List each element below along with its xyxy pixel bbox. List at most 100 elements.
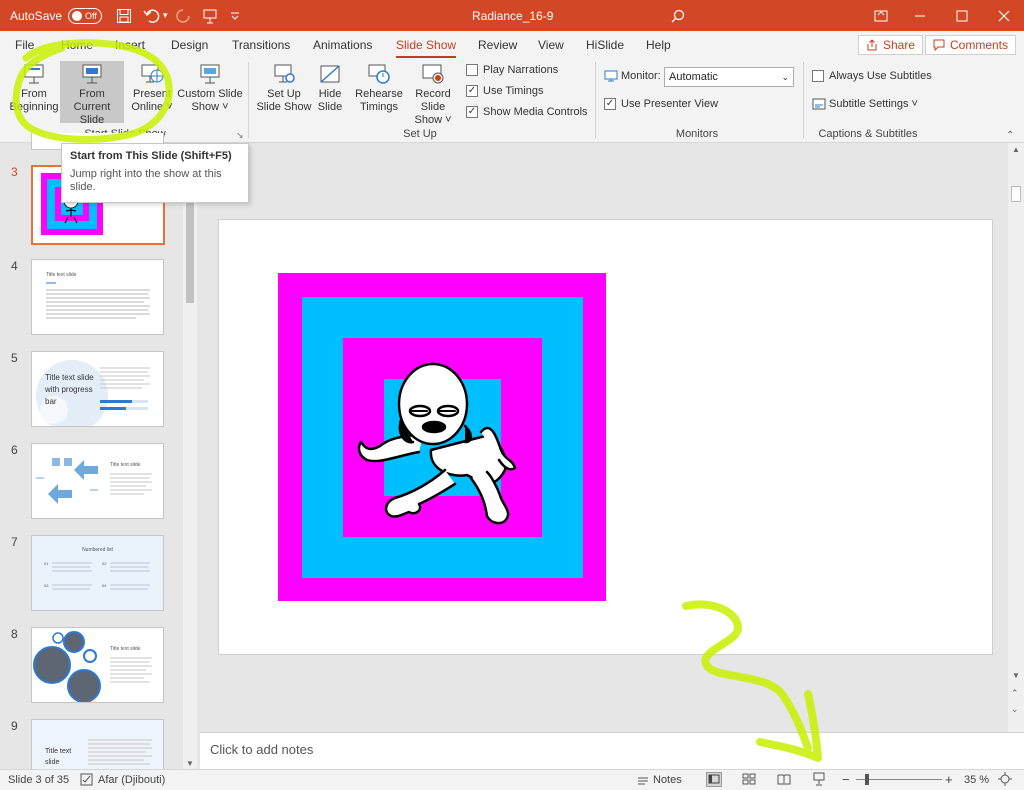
hide-slide-button[interactable]: Hide Slide — [313, 61, 347, 123]
thumb-title: Numbered list — [82, 547, 113, 553]
tab-file[interactable]: File — [15, 38, 34, 52]
zoom-out-icon[interactable]: − — [842, 772, 850, 787]
thumb-title: Title text slide — [110, 462, 141, 468]
slide-counter: Slide 3 of 35 — [8, 774, 70, 786]
notes-pane[interactable]: Click to add notes — [200, 732, 1024, 769]
scroll-down-icon[interactable]: ▼ — [1012, 671, 1020, 680]
set-up-slide-show-button[interactable]: Set Up Slide Show — [253, 61, 315, 123]
slide-thumbnail-7[interactable]: Numbered list 01 02 03 04 — [31, 535, 164, 611]
tab-slide-show[interactable]: Slide Show — [396, 38, 457, 58]
record-slide-show-button[interactable]: Record Slide Show ˅ — [403, 61, 463, 126]
custom-slide-show-button[interactable]: Custom Slide Show ˅ — [177, 61, 243, 123]
minimize-icon[interactable] — [914, 0, 926, 31]
from-current-line1: From — [79, 88, 105, 100]
scrollbar-thumb[interactable] — [1011, 186, 1021, 202]
reading-view-icon[interactable] — [777, 773, 791, 789]
search-icon[interactable] — [671, 0, 685, 31]
slide-show-view-icon[interactable] — [812, 772, 826, 789]
share-button[interactable]: Share — [858, 35, 924, 55]
undo-icon[interactable] — [143, 0, 161, 31]
tab-design[interactable]: Design — [171, 38, 208, 52]
slide-picture[interactable] — [219, 220, 994, 656]
slide-number: 9 — [11, 719, 18, 733]
tooltip-body: Jump right into the show at this slide. — [70, 168, 222, 193]
present-online-icon — [141, 64, 164, 83]
editor-scrollbar[interactable]: ▲ ▼ ⌃ ⌄ — [1008, 143, 1024, 732]
previous-slide-icon[interactable]: ⌃ — [1011, 688, 1019, 699]
customize-toolbar-icon[interactable] — [230, 0, 240, 31]
scroll-up-icon[interactable]: ▲ — [1012, 145, 1020, 154]
group-label-set-up: Set Up — [403, 128, 437, 140]
ribbon-display-options-icon[interactable] — [874, 0, 888, 31]
tab-help[interactable]: Help — [646, 38, 671, 52]
from-beginning-button[interactable]: From Beginning — [8, 61, 60, 123]
checkbox-box: ✓ — [604, 98, 616, 110]
slide-number: 4 — [11, 259, 18, 273]
slide-thumbnail-4[interactable]: Title text slide — [31, 259, 164, 335]
collapse-ribbon-icon[interactable]: ⌃ — [1006, 130, 1014, 141]
ribbon-slide-show: From Beginning From Current Slide Present O… — [0, 58, 1024, 143]
thumb-title: Title text slide — [46, 272, 77, 278]
language-indicator[interactable]: Afar (Djibouti) — [98, 774, 165, 786]
autosave-control[interactable]: AutoSave Off — [10, 0, 103, 31]
spell-check-icon[interactable] — [80, 773, 93, 789]
slide-number: 8 — [11, 627, 18, 641]
slide-thumbnail-9[interactable]: Title text slide — [31, 719, 164, 769]
present-icon[interactable] — [202, 0, 218, 31]
rehearse-timings-button[interactable]: Rehearse Timings — [354, 61, 404, 123]
tab-transitions[interactable]: Transitions — [232, 38, 290, 52]
present-online-button[interactable]: Present Online ˅ — [128, 61, 176, 123]
next-slide-icon[interactable]: ⌄ — [1011, 704, 1019, 715]
close-icon[interactable] — [998, 0, 1010, 31]
hide-slide-line1: Hide — [318, 88, 342, 100]
thumbnail-scrollbar[interactable]: ▼ — [183, 143, 197, 769]
scroll-down-icon[interactable]: ▼ — [186, 759, 194, 768]
slide-thumbnail-6[interactable]: Title text slide — [31, 443, 164, 519]
slide-number: 7 — [11, 535, 18, 549]
notes-placeholder[interactable]: Click to add notes — [210, 742, 313, 757]
notes-toggle-button[interactable]: Notes — [637, 774, 682, 786]
subtitle-settings-button[interactable]: Subtitle Settings ˅ — [812, 98, 918, 110]
list-number: 03 — [44, 583, 49, 588]
presentation-screen-icon — [24, 64, 44, 84]
tab-review[interactable]: Review — [478, 38, 517, 52]
play-narrations-checkbox[interactable]: Play Narrations — [466, 64, 558, 76]
slide-sorter-icon[interactable] — [742, 773, 756, 789]
rehearse-line1: Rehearse — [355, 88, 403, 100]
zoom-slider-thumb[interactable] — [865, 774, 869, 785]
slide-number: 3 — [11, 165, 18, 179]
fit-slide-icon[interactable] — [998, 772, 1012, 789]
list-number: 04 — [102, 583, 107, 588]
save-icon[interactable] — [116, 0, 132, 31]
tab-home[interactable]: Home — [61, 38, 93, 52]
redo-icon[interactable] — [175, 0, 191, 31]
always-use-subtitles-checkbox[interactable]: Always Use Subtitles — [812, 70, 932, 82]
current-slide-canvas[interactable] — [218, 219, 993, 655]
zoom-in-icon[interactable]: + — [945, 772, 953, 787]
slide-thumbnail-5[interactable]: Title text slide with progress bar — [31, 351, 164, 427]
zoom-level[interactable]: 35 % — [964, 774, 989, 786]
autosave-toggle[interactable]: Off — [68, 7, 103, 24]
checkbox-box — [812, 70, 824, 82]
group-expand-icon[interactable]: ↘ — [236, 130, 244, 141]
undo-dropdown-icon[interactable]: ▾ — [163, 0, 168, 31]
normal-view-icon[interactable] — [706, 772, 722, 787]
status-bar: Slide 3 of 35 Afar (Djibouti) Notes − + … — [0, 769, 1024, 790]
use-presenter-view-checkbox[interactable]: ✓ Use Presenter View — [604, 98, 718, 110]
rehearse-line2: Timings — [359, 101, 399, 113]
use-timings-checkbox[interactable]: ✓ Use Timings — [466, 85, 544, 97]
tab-animations[interactable]: Animations — [313, 38, 372, 52]
monitor-select[interactable]: Automatic ⌄ — [664, 67, 794, 87]
from-beginning-line2: Beginning — [9, 101, 59, 113]
from-current-slide-button[interactable]: From Current Slide — [60, 61, 124, 126]
show-media-controls-checkbox[interactable]: ✓ Show Media Controls — [466, 106, 588, 118]
maximize-icon[interactable] — [956, 0, 968, 31]
ribbon-tab-row: File Home Insert Design Transitions Anim… — [0, 31, 1024, 58]
slide-thumbnail-8[interactable]: Title text slide — [31, 627, 164, 703]
autosave-state: Off — [85, 10, 97, 21]
tab-view[interactable]: View — [538, 38, 564, 52]
tab-insert[interactable]: Insert — [115, 38, 145, 52]
title-bar: AutoSave Off ▾ Radiance_16-9 — [0, 0, 1024, 31]
tab-hislide[interactable]: HiSlide — [586, 38, 624, 52]
comments-button[interactable]: Comments — [925, 35, 1017, 55]
